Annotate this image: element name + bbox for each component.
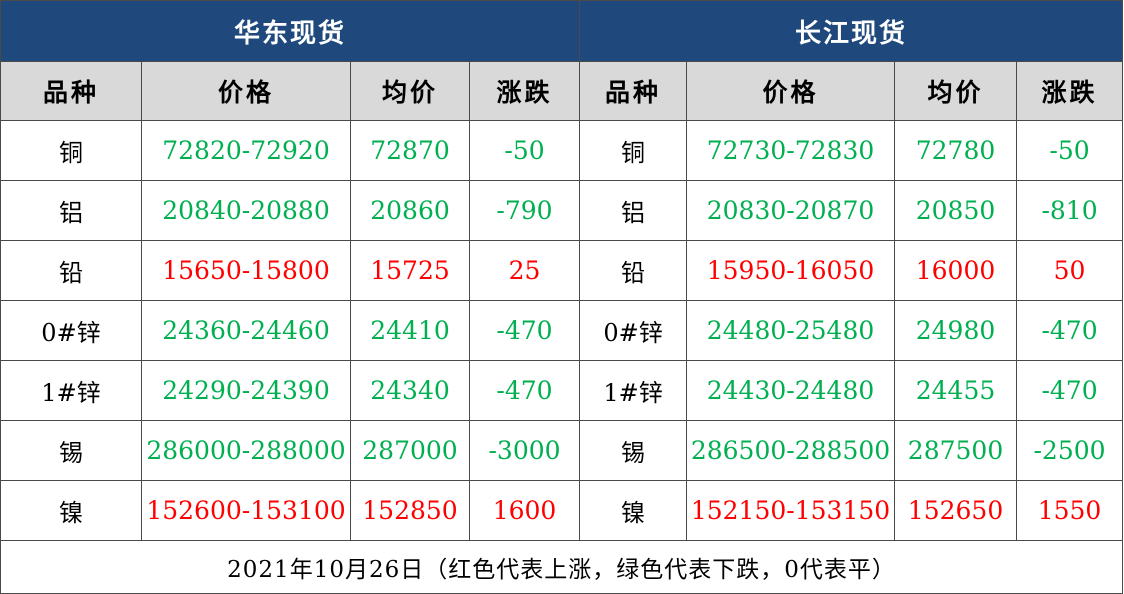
price-range: 24430-24480 <box>686 360 896 421</box>
col-header-change: 涨跌 <box>1016 61 1124 121</box>
metal-name: 1#锌 <box>579 360 688 421</box>
average-price: 24455 <box>894 360 1018 421</box>
price-change: -50 <box>1016 120 1124 181</box>
table-row: 铜 72820-72920 72870 -50 铜 72730-72830 72780 -50 <box>0 120 1124 181</box>
metal-name: 铜 <box>0 120 142 181</box>
price-range: 24360-24460 <box>141 300 351 361</box>
metal-name: 镍 <box>579 480 688 541</box>
col-header-avg-price: 均价 <box>350 61 470 121</box>
price-range: 152600-153100 <box>141 480 351 541</box>
metal-name: 1#锌 <box>0 360 142 421</box>
average-price: 72780 <box>894 120 1018 181</box>
title-row: 华东现货 长江现货 <box>0 0 1124 62</box>
col-header-change: 涨跌 <box>468 61 581 121</box>
col-header-price: 价格 <box>686 61 896 121</box>
footer-row: 2021年10月26日（红色代表上涨，绿色代表下跌，0代表平） <box>0 540 1124 594</box>
table-row: 锡 286000-288000 287000 -3000 锡 286500-288500 2… <box>0 420 1124 481</box>
price-change: 1600 <box>468 480 581 541</box>
metal-name: 铅 <box>579 240 688 301</box>
price-change: -3000 <box>468 420 581 481</box>
average-price: 24410 <box>350 300 470 361</box>
average-price: 16000 <box>894 240 1018 301</box>
metal-name: 0#锌 <box>0 300 142 361</box>
price-range: 24480-25480 <box>686 300 896 361</box>
price-change: -470 <box>1016 300 1124 361</box>
metal-name: 0#锌 <box>579 300 688 361</box>
average-price: 287000 <box>350 420 470 481</box>
east-china-title: 华东现货 <box>0 0 581 62</box>
table-row: 铝 20840-20880 20860 -790 铝 20830-20870 20850 -8… <box>0 180 1124 241</box>
average-price: 152850 <box>350 480 470 541</box>
table-row: 铅 15650-15800 15725 25 铅 15950-16050 16000 50 <box>0 240 1124 301</box>
col-header-variety: 品种 <box>579 61 688 121</box>
price-change: -810 <box>1016 180 1124 241</box>
col-header-variety: 品种 <box>0 61 142 121</box>
metal-name: 铜 <box>579 120 688 181</box>
price-range: 152150-153150 <box>686 480 896 541</box>
average-price: 20860 <box>350 180 470 241</box>
average-price: 152650 <box>894 480 1018 541</box>
average-price: 20850 <box>894 180 1018 241</box>
price-change: -790 <box>468 180 581 241</box>
average-price: 24340 <box>350 360 470 421</box>
metal-name: 铝 <box>579 180 688 241</box>
price-range: 286500-288500 <box>686 420 896 481</box>
average-price: 24980 <box>894 300 1018 361</box>
metal-name: 锡 <box>0 420 142 481</box>
price-change: 50 <box>1016 240 1124 301</box>
col-header-price: 价格 <box>141 61 351 121</box>
price-range: 24290-24390 <box>141 360 351 421</box>
price-range: 15950-16050 <box>686 240 896 301</box>
price-change: -470 <box>468 360 581 421</box>
price-change: -50 <box>468 120 581 181</box>
average-price: 72870 <box>350 120 470 181</box>
table-row: 镍 152600-153100 152850 1600 镍 152150-153150 15… <box>0 480 1124 541</box>
col-header-avg-price: 均价 <box>894 61 1018 121</box>
date-legend-note: 2021年10月26日（红色代表上涨，绿色代表下跌，0代表平） <box>0 540 1124 594</box>
price-range: 72730-72830 <box>686 120 896 181</box>
price-range: 20830-20870 <box>686 180 896 241</box>
price-change: -470 <box>1016 360 1124 421</box>
spot-price-table: 华东现货 长江现货 品种 价格 均价 涨跌 品种 价格 均价 涨跌 铜 72820… <box>0 0 1124 594</box>
average-price: 15725 <box>350 240 470 301</box>
price-change: -2500 <box>1016 420 1124 481</box>
metal-name: 铅 <box>0 240 142 301</box>
yangtze-title: 长江现货 <box>579 0 1124 62</box>
metal-name: 锡 <box>579 420 688 481</box>
price-change: 25 <box>468 240 581 301</box>
metal-name: 镍 <box>0 480 142 541</box>
average-price: 287500 <box>894 420 1018 481</box>
price-range: 15650-15800 <box>141 240 351 301</box>
metal-name: 铝 <box>0 180 142 241</box>
price-range: 20840-20880 <box>141 180 351 241</box>
table-row: 1#锌 24290-24390 24340 -470 1#锌 24430-24480 244… <box>0 360 1124 421</box>
price-range: 286000-288000 <box>141 420 351 481</box>
price-change: 1550 <box>1016 480 1124 541</box>
price-range: 72820-72920 <box>141 120 351 181</box>
column-header-row: 品种 价格 均价 涨跌 品种 价格 均价 涨跌 <box>0 61 1124 121</box>
price-change: -470 <box>468 300 581 361</box>
table-row: 0#锌 24360-24460 24410 -470 0#锌 24480-25480 249… <box>0 300 1124 361</box>
